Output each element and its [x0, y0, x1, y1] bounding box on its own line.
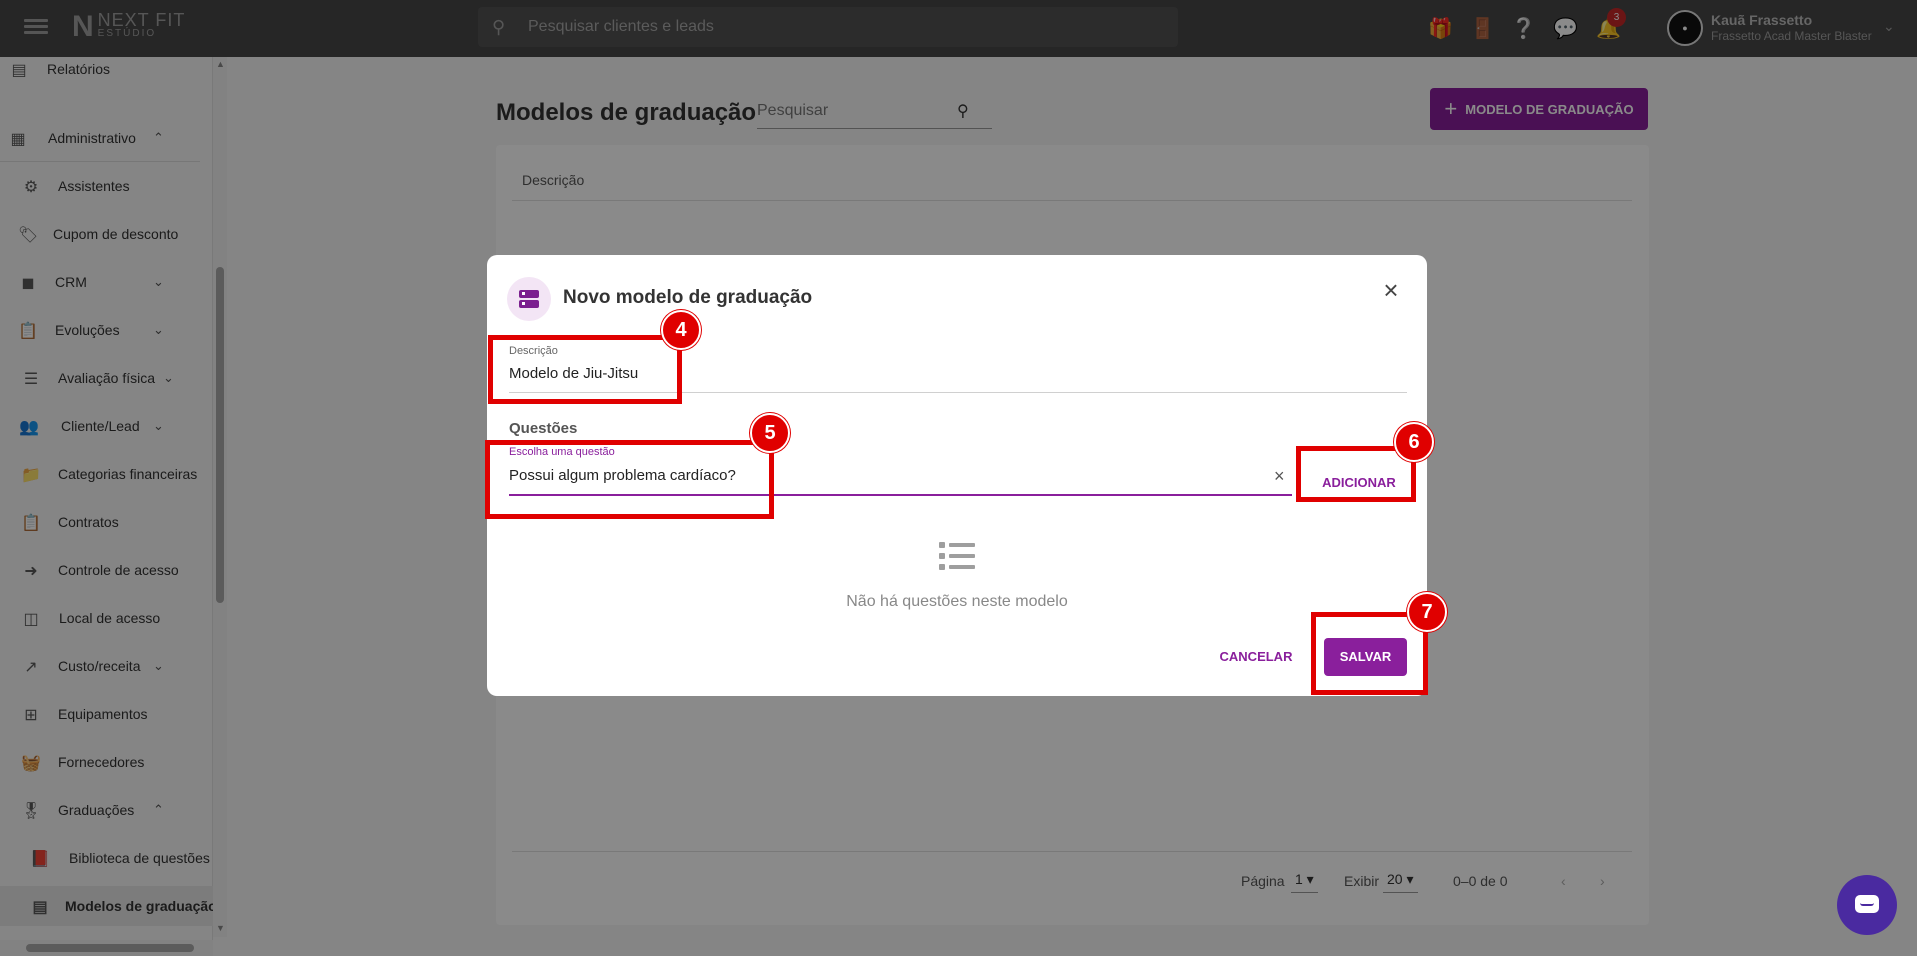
annotation-marker-5: 5	[750, 413, 790, 453]
dialog-title: Novo modelo de graduação	[563, 287, 813, 308]
cancel-button[interactable]: CANCELAR	[1211, 639, 1301, 675]
close-icon[interactable]: ×	[1379, 277, 1403, 303]
annotation-box-5	[485, 440, 774, 519]
chat-bubble-icon	[1855, 895, 1879, 913]
support-chat-button[interactable]	[1837, 875, 1897, 935]
storage-icon	[507, 277, 551, 321]
empty-state-text: Não há questões neste modelo	[846, 593, 1068, 610]
annotation-marker-4: 4	[661, 310, 701, 350]
clear-icon[interactable]: ×	[1274, 466, 1285, 487]
annotation-box-4	[488, 335, 682, 404]
annotation-marker-6: 6	[1394, 422, 1434, 462]
questions-title: Questões	[509, 420, 578, 437]
list-icon	[939, 540, 977, 572]
annotation-marker-7: 7	[1407, 592, 1447, 632]
